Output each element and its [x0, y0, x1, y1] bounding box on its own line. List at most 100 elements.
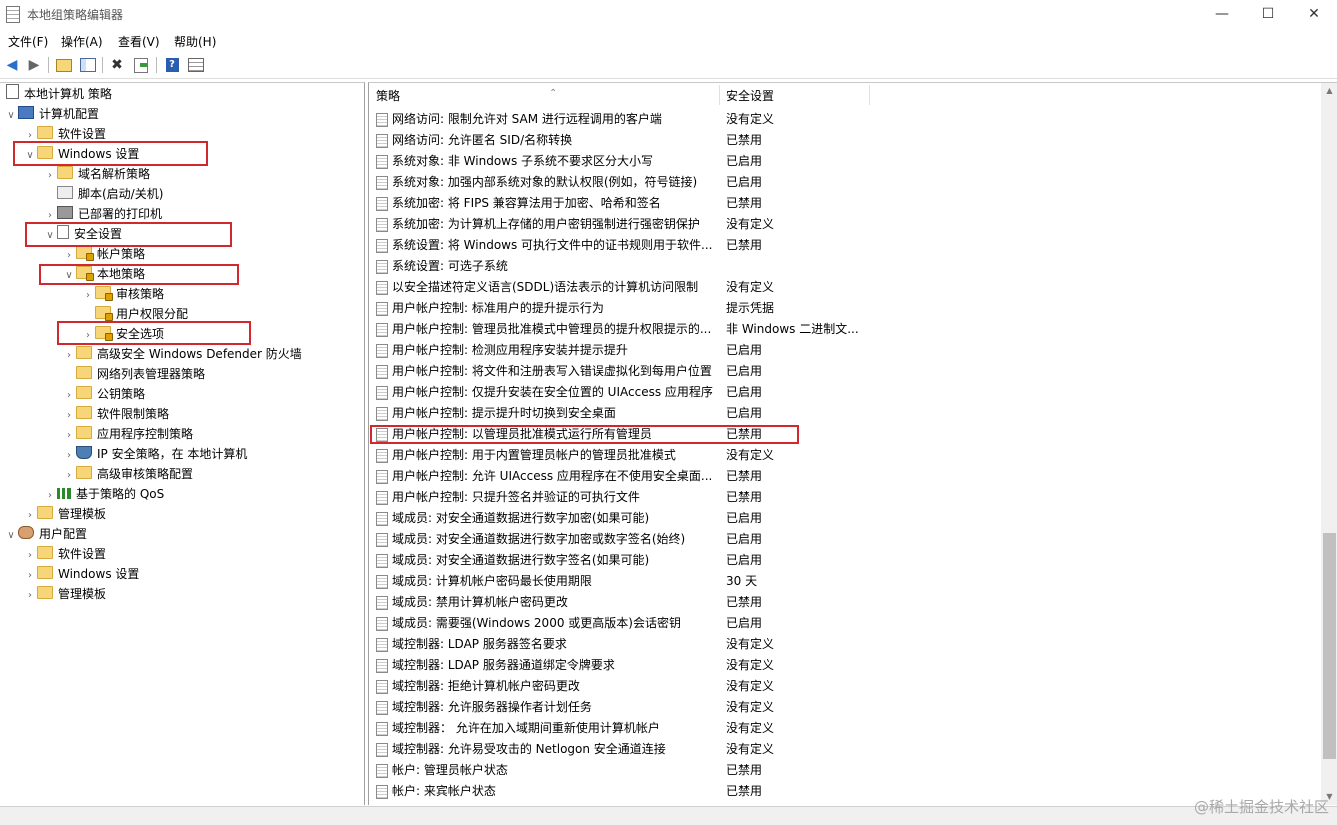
- policy-name: 域成员: 对安全通道数据进行数字签名(如果可能): [392, 553, 650, 567]
- expand-chevron-right-icon[interactable]: ›: [23, 586, 37, 606]
- policy-row[interactable]: 域控制器: 拒绝计算机帐户密码更改 没有定义: [369, 676, 1319, 697]
- policy-item-icon: [376, 281, 388, 295]
- column-divider[interactable]: [869, 85, 870, 105]
- tree-item[interactable]: › 审核策略: [81, 284, 164, 304]
- scroll-up-arrow-icon[interactable]: ▲: [1321, 83, 1337, 99]
- column-header-setting[interactable]: 安全设置: [726, 83, 774, 107]
- policy-row[interactable]: 系统设置: 可选子系统: [369, 256, 1319, 277]
- expand-chevron-right-icon[interactable]: ›: [23, 546, 37, 566]
- expand-chevron-right-icon[interactable]: ›: [23, 506, 37, 526]
- expand-chevron-down-icon[interactable]: ∨: [4, 106, 18, 126]
- policy-name: 域成员: 对安全通道数据进行数字加密(如果可能): [392, 511, 650, 525]
- policy-row[interactable]: 用户帐户控制: 只提升签名并验证的可执行文件 已禁用: [369, 487, 1319, 508]
- policy-row[interactable]: 域成员: 对安全通道数据进行数字签名(如果可能) 已启用: [369, 550, 1319, 571]
- show-hide-tree-icon[interactable]: [79, 56, 97, 74]
- tree-item[interactable]: › 软件限制策略: [62, 404, 169, 424]
- expand-chevron-right-icon[interactable]: ›: [62, 346, 76, 366]
- expand-chevron-right-icon[interactable]: ›: [62, 246, 76, 266]
- tree-item[interactable]: 本地计算机 策略: [4, 84, 112, 104]
- column-header-policy[interactable]: 策略 ⌃: [376, 83, 557, 107]
- back-arrow-icon[interactable]: ◀: [3, 56, 21, 74]
- policy-row[interactable]: 域控制器: LDAP 服务器签名要求 没有定义: [369, 634, 1319, 655]
- expand-chevron-right-icon[interactable]: ›: [43, 486, 57, 506]
- expand-chevron-right-icon[interactable]: ›: [62, 386, 76, 406]
- scroll-thumb[interactable]: [1323, 533, 1336, 759]
- policy-row[interactable]: 网络访问: 限制允许对 SAM 进行远程调用的客户端 没有定义: [369, 109, 1319, 130]
- policy-row[interactable]: 用户帐户控制: 仅提升安装在安全位置的 UIAccess 应用程序 已启用: [369, 382, 1319, 403]
- policy-row[interactable]: 域成员: 对安全通道数据进行数字加密(如果可能) 已启用: [369, 508, 1319, 529]
- tree-item[interactable]: › 管理模板: [23, 504, 106, 524]
- expand-chevron-right-icon[interactable]: ›: [43, 166, 57, 186]
- policy-row[interactable]: 域控制器: LDAP 服务器通道绑定令牌要求 没有定义: [369, 655, 1319, 676]
- expand-chevron-right-icon[interactable]: ›: [62, 406, 76, 426]
- tree-item[interactable]: ∨ 计算机配置: [4, 104, 99, 124]
- policy-row[interactable]: 用户帐户控制: 标准用户的提升提示行为 提示凭据: [369, 298, 1319, 319]
- policy-row[interactable]: 以安全描述符定义语言(SDDL)语法表示的计算机访问限制 没有定义: [369, 277, 1319, 298]
- policy-row[interactable]: 域成员: 需要强(Windows 2000 或更高版本)会话密钥 已启用: [369, 613, 1319, 634]
- tree-item[interactable]: › 应用程序控制策略: [62, 424, 193, 444]
- tree-item[interactable]: › 软件设置: [23, 544, 106, 564]
- menu-action[interactable]: 操作(A): [61, 33, 103, 50]
- policy-row[interactable]: 域成员: 对安全通道数据进行数字加密或数字签名(始终) 已启用: [369, 529, 1319, 550]
- console-tree[interactable]: 本地计算机 策略 ∨ 计算机配置 › 软件设置 ∨ Windows 设置 › 域名解析策略 脚本(…: [0, 82, 365, 805]
- policy-row[interactable]: 域控制器: 允许服务器操作者计划任务 没有定义: [369, 697, 1319, 718]
- ip-security-icon: [76, 446, 92, 459]
- policy-row[interactable]: 系统加密: 为计算机上存储的用户密钥强制进行强密钥保护 没有定义: [369, 214, 1319, 235]
- expand-chevron-right-icon[interactable]: ›: [23, 566, 37, 586]
- policy-row[interactable]: 域控制器： 允许在加入域期间重新使用计算机帐户 没有定义: [369, 718, 1319, 739]
- tree-item[interactable]: 脚本(启动/关机): [43, 184, 163, 204]
- tree-item[interactable]: 网络列表管理器策略: [62, 364, 205, 384]
- folder-icon: [37, 126, 53, 139]
- delete-icon[interactable]: ✖: [108, 56, 126, 74]
- expand-chevron-down-icon[interactable]: ∨: [4, 526, 18, 546]
- policy-row[interactable]: 系统对象: 非 Windows 子系统不要求区分大小写 已启用: [369, 151, 1319, 172]
- tree-item[interactable]: › 高级审核策略配置: [62, 464, 193, 484]
- tree-item[interactable]: › 公钥策略: [62, 384, 145, 404]
- tree-item[interactable]: › IP 安全策略，在 本地计算机: [62, 444, 247, 464]
- tree-item[interactable]: › 管理模板: [23, 584, 106, 604]
- export-list-icon[interactable]: [132, 56, 150, 74]
- up-folder-icon[interactable]: [55, 56, 73, 74]
- policy-item-icon: [376, 785, 388, 799]
- forward-arrow-icon[interactable]: ▶: [25, 56, 43, 74]
- expand-chevron-right-icon[interactable]: ›: [81, 286, 95, 306]
- expand-chevron-right-icon[interactable]: ›: [62, 466, 76, 486]
- policy-row[interactable]: 用户帐户控制: 检测应用程序安装并提示提升 已启用: [369, 340, 1319, 361]
- policy-row[interactable]: 系统加密: 将 FIPS 兼容算法用于加密、哈希和签名 已禁用: [369, 193, 1319, 214]
- policy-row[interactable]: 用户帐户控制: 用于内置管理员帐户的管理员批准模式 没有定义: [369, 445, 1319, 466]
- policy-row[interactable]: 网络访问: 允许匿名 SID/名称转换 已禁用: [369, 130, 1319, 151]
- tree-item[interactable]: ∨ 用户配置: [4, 524, 87, 544]
- tree-item[interactable]: › Windows 设置: [23, 564, 139, 584]
- tree-item[interactable]: › 帐户策略: [62, 244, 145, 264]
- properties-icon[interactable]: [187, 56, 205, 74]
- vertical-scrollbar[interactable]: ▲ ▼: [1321, 83, 1337, 805]
- folder-icon: [76, 366, 92, 379]
- help-icon[interactable]: ?: [163, 56, 181, 74]
- tree-item[interactable]: › 域名解析策略: [43, 164, 150, 184]
- menu-help[interactable]: 帮助(H): [174, 33, 216, 50]
- tree-item[interactable]: › 基于策略的 QoS: [43, 484, 164, 504]
- minimize-button[interactable]: —: [1199, 0, 1245, 28]
- policy-row[interactable]: 系统对象: 加强内部系统对象的默认权限(例如，符号链接) 已启用: [369, 172, 1319, 193]
- policy-row[interactable]: 用户帐户控制: 提示提升时切换到安全桌面 已启用: [369, 403, 1319, 424]
- menu-file[interactable]: 文件(F): [8, 33, 48, 50]
- policy-row[interactable]: 帐户: 来宾帐户状态 已禁用: [369, 781, 1319, 802]
- policy-row[interactable]: 域控制器: 允许易受攻击的 Netlogon 安全通道连接 没有定义: [369, 739, 1319, 760]
- maximize-button[interactable]: ☐: [1245, 0, 1291, 28]
- policy-item-icon: [376, 323, 388, 337]
- menu-view[interactable]: 查看(V): [118, 33, 160, 50]
- column-divider[interactable]: [719, 85, 720, 105]
- tree-item[interactable]: › 高级安全 Windows Defender 防火墙: [62, 344, 302, 364]
- policy-row[interactable]: 系统设置: 将 Windows 可执行文件中的证书规则用于软件... 已禁用: [369, 235, 1319, 256]
- policy-row[interactable]: 用户帐户控制: 将文件和注册表写入错误虚拟化到每用户位置 已启用: [369, 361, 1319, 382]
- expand-chevron-right-icon[interactable]: ›: [62, 446, 76, 466]
- tree-item[interactable]: › 已部署的打印机: [43, 204, 162, 224]
- policy-row[interactable]: 域成员: 计算机帐户密码最长使用期限 30 天: [369, 571, 1319, 592]
- policy-row[interactable]: 用户帐户控制: 允许 UIAccess 应用程序在不使用安全桌面... 已禁用: [369, 466, 1319, 487]
- expand-chevron-right-icon[interactable]: ›: [62, 426, 76, 446]
- policy-row[interactable]: 帐户: 管理员帐户状态 已禁用: [369, 760, 1319, 781]
- close-button[interactable]: ✕: [1291, 0, 1337, 28]
- policy-row[interactable]: 用户帐户控制: 管理员批准模式中管理员的提升权限提示的... 非 Windows …: [369, 319, 1319, 340]
- policy-name: 域控制器: LDAP 服务器通道绑定令牌要求: [392, 658, 615, 672]
- policy-row[interactable]: 域成员: 禁用计算机帐户密码更改 已禁用: [369, 592, 1319, 613]
